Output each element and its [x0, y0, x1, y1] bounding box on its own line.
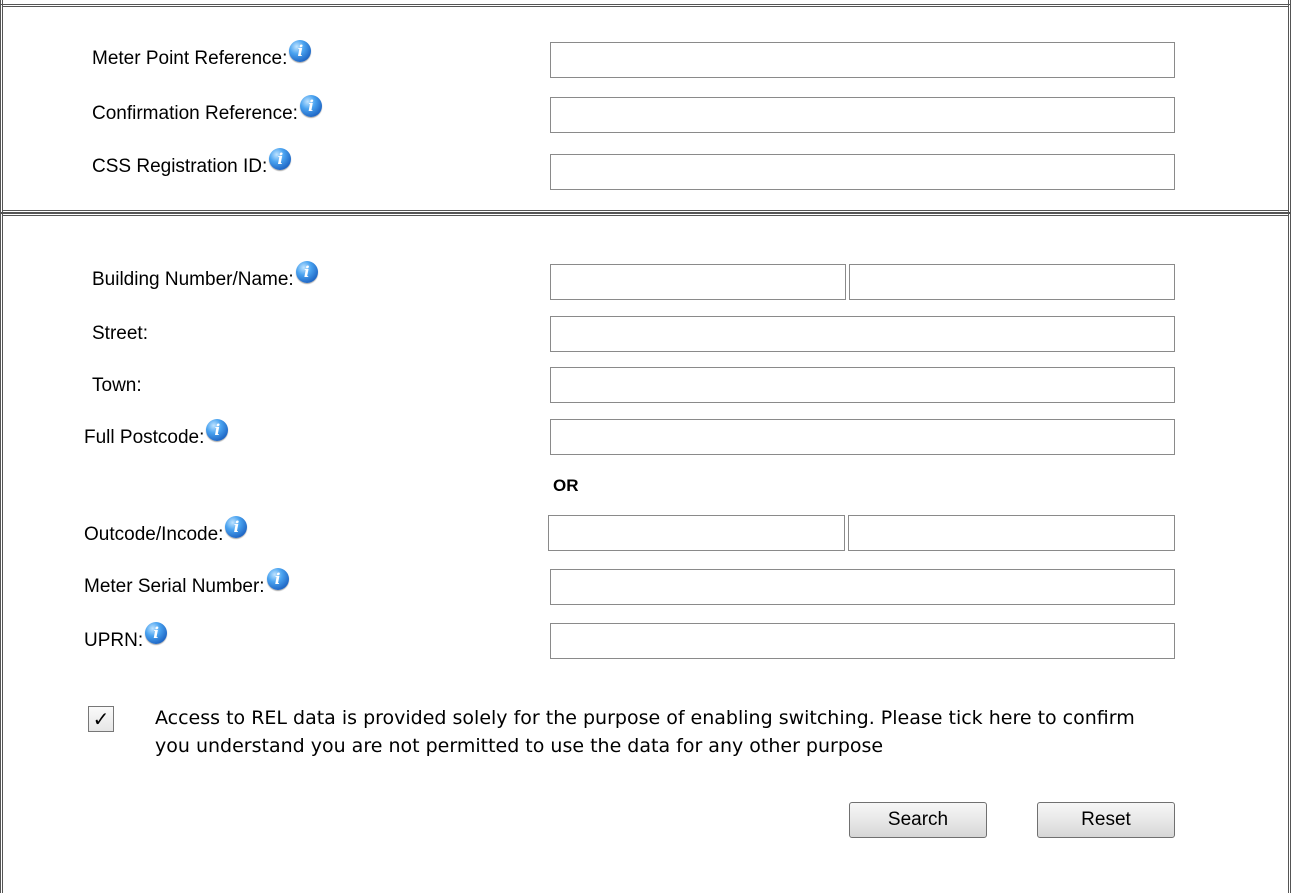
address-section — [0, 213, 1291, 893]
street-label: Street: — [92, 323, 148, 344]
search-button[interactable]: Search — [849, 802, 987, 838]
checkmark-icon: ✓ — [92, 707, 110, 731]
consent-checkbox[interactable]: ✓ — [88, 706, 114, 732]
meter-point-reference-input[interactable] — [550, 42, 1175, 78]
full-postcode-label: Full Postcode: i — [84, 419, 229, 449]
street-input[interactable] — [550, 316, 1175, 352]
town-input[interactable] — [550, 367, 1175, 403]
info-icon[interactable]: i — [269, 148, 292, 170]
info-icon[interactable]: i — [289, 40, 312, 62]
reset-button[interactable]: Reset — [1037, 802, 1175, 838]
full-postcode-input[interactable] — [550, 419, 1175, 455]
info-icon[interactable]: i — [206, 419, 229, 441]
meter-serial-number-input[interactable] — [550, 569, 1175, 605]
or-separator: OR — [553, 476, 579, 495]
info-icon[interactable]: i — [145, 622, 168, 644]
info-icon[interactable]: i — [266, 568, 289, 590]
building-number-input[interactable] — [550, 264, 846, 300]
meter-serial-number-label: Meter Serial Number: i — [84, 568, 289, 598]
uprn-label: UPRN: i — [84, 622, 168, 652]
town-label: Town: — [92, 375, 142, 396]
confirmation-reference-input[interactable] — [550, 97, 1175, 133]
confirmation-reference-label: Confirmation Reference: i — [92, 95, 322, 125]
info-icon[interactable]: i — [295, 261, 318, 283]
building-name-input[interactable] — [849, 264, 1175, 300]
info-icon[interactable]: i — [299, 95, 322, 117]
building-number-name-label: Building Number/Name: i — [92, 261, 318, 291]
info-icon[interactable]: i — [225, 516, 248, 538]
incode-input[interactable] — [848, 515, 1175, 551]
uprn-input[interactable] — [550, 623, 1175, 659]
outcode-input[interactable] — [548, 515, 845, 551]
css-registration-id-input[interactable] — [550, 154, 1175, 190]
css-registration-id-label: CSS Registration ID: i — [92, 148, 292, 178]
consent-text: Access to REL data is provided solely fo… — [155, 707, 1135, 757]
outcode-incode-label: Outcode/Incode: i — [84, 516, 248, 546]
meter-point-reference-label: Meter Point Reference: i — [92, 40, 312, 70]
